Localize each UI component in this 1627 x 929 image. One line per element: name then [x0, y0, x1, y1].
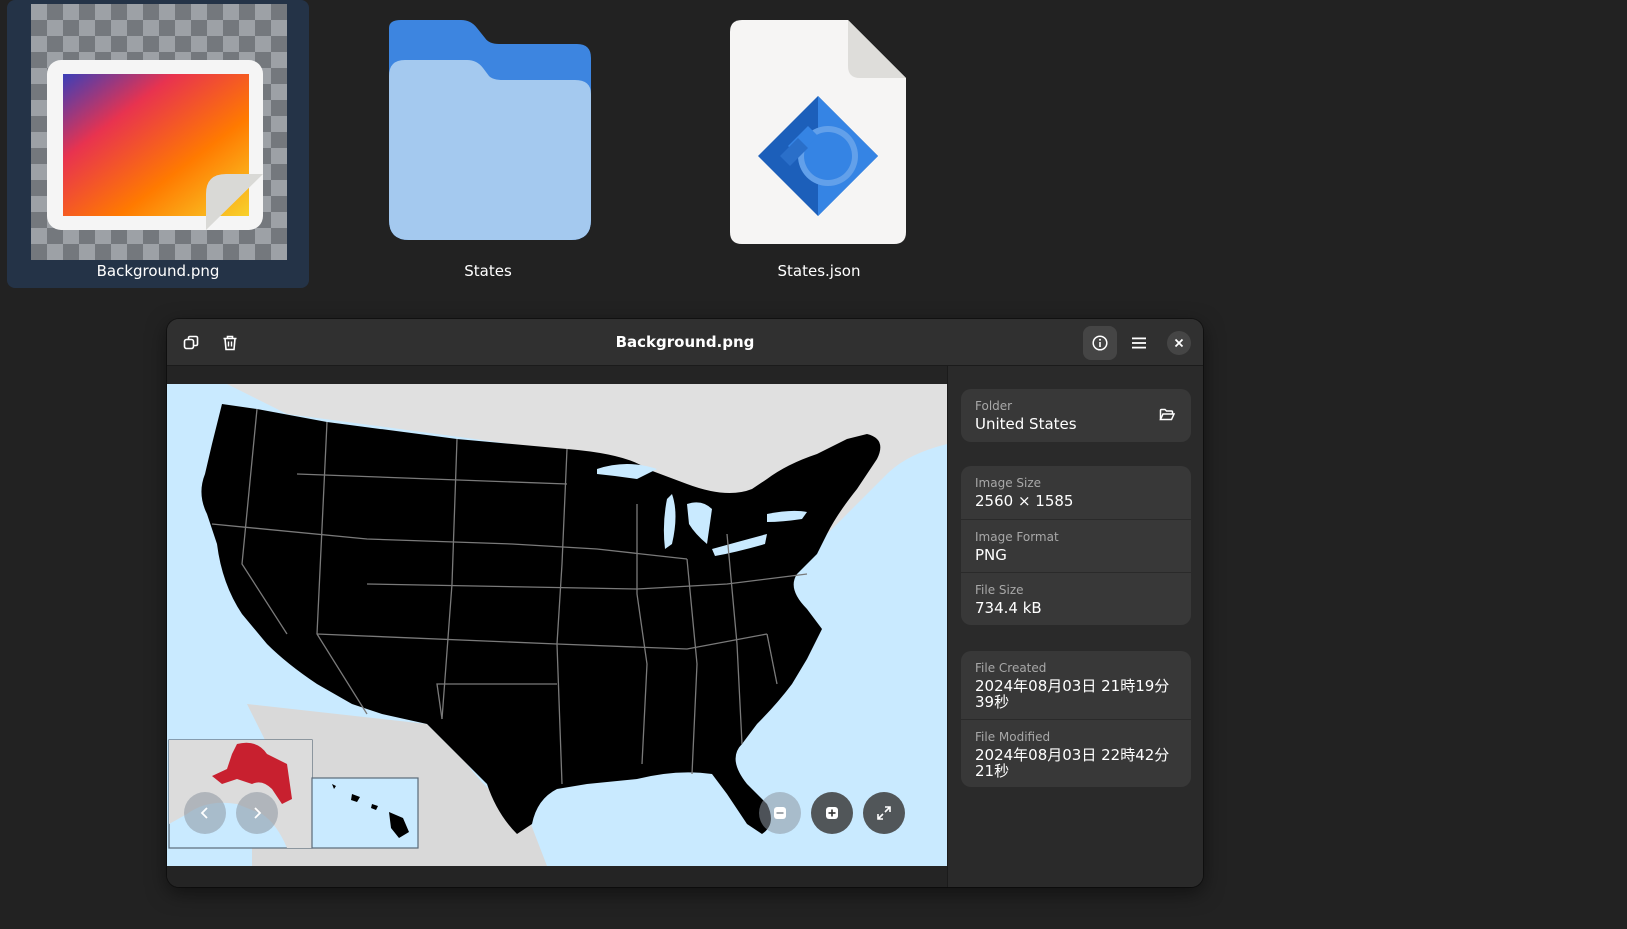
zoom-out-button[interactable] [759, 792, 801, 834]
previous-image-button[interactable] [184, 792, 226, 834]
file-size-row: File Size 734.4 kB [961, 572, 1191, 625]
file-modified-row: File Modified 2024年08月03日 22時42分21秒 [961, 719, 1191, 787]
file-created-value: 2024年08月03日 21時19分39秒 [975, 677, 1170, 711]
image-size-label: Image Size [975, 476, 1042, 490]
fullscreen-button[interactable] [863, 792, 905, 834]
image-format-row: Image Format PNG [961, 519, 1191, 572]
close-icon [1174, 338, 1184, 348]
folder-label: Folder [975, 399, 1013, 413]
zoom-out-icon [774, 807, 786, 819]
next-image-button[interactable] [236, 792, 278, 834]
desktop-icon-background-png[interactable]: Background.png [7, 0, 309, 288]
header-bar: Background.png [167, 319, 1203, 366]
image-format-label: Image Format [975, 530, 1059, 544]
fullscreen-icon [877, 806, 891, 820]
folder-icon [389, 20, 591, 240]
trash-icon [223, 335, 237, 351]
image-info-card: Image Size 2560 × 1585 Image Format PNG … [961, 466, 1191, 625]
zoom-in-button[interactable] [811, 792, 853, 834]
folder-value: United States [975, 415, 1077, 433]
close-button[interactable] [1167, 331, 1191, 355]
json-file-icon [730, 20, 906, 244]
zoom-in-icon [826, 807, 838, 819]
copy-icon [183, 335, 199, 350]
chevron-right-icon [254, 807, 262, 819]
properties-sidebar: Folder United States Image Size 2560 × 1… [947, 366, 1203, 887]
info-icon [1092, 335, 1108, 351]
file-size-label: File Size [975, 583, 1024, 597]
folder-row: Folder United States [961, 389, 1191, 442]
image-viewer-window: Background.png Folder United States Imag… [167, 319, 1203, 887]
desktop-icon-states-folder[interactable]: States [337, 0, 639, 288]
desktop-icon-label: States [464, 262, 512, 280]
desktop-icon-label: States.json [777, 262, 861, 280]
folder-card: Folder United States [961, 389, 1191, 442]
copy-button[interactable] [174, 326, 208, 360]
delete-button[interactable] [213, 326, 247, 360]
main-menu-button[interactable] [1122, 326, 1156, 360]
desktop-icon-states-json[interactable]: States.json [668, 0, 970, 288]
file-created-row: File Created 2024年08月03日 21時19分39秒 [961, 651, 1191, 719]
image-file-thumbnail [31, 4, 287, 260]
properties-toggle-button[interactable] [1083, 326, 1117, 360]
file-size-value: 734.4 kB [975, 599, 1042, 617]
hamburger-menu-icon [1132, 337, 1146, 349]
file-created-label: File Created [975, 661, 1047, 675]
image-size-row: Image Size 2560 × 1585 [961, 466, 1191, 519]
file-dates-card: File Created 2024年08月03日 21時19分39秒 File … [961, 651, 1191, 787]
file-modified-label: File Modified [975, 730, 1051, 744]
image-format-value: PNG [975, 546, 1007, 564]
folder-open-icon [1159, 408, 1175, 421]
open-folder-button[interactable] [1153, 401, 1181, 429]
file-modified-value: 2024年08月03日 22時42分21秒 [975, 746, 1170, 780]
image-view[interactable] [167, 366, 947, 887]
chevron-left-icon [200, 807, 208, 819]
window-title: Background.png [615, 333, 755, 351]
image-size-value: 2560 × 1585 [975, 492, 1074, 510]
desktop-icon-label: Background.png [96, 262, 220, 280]
